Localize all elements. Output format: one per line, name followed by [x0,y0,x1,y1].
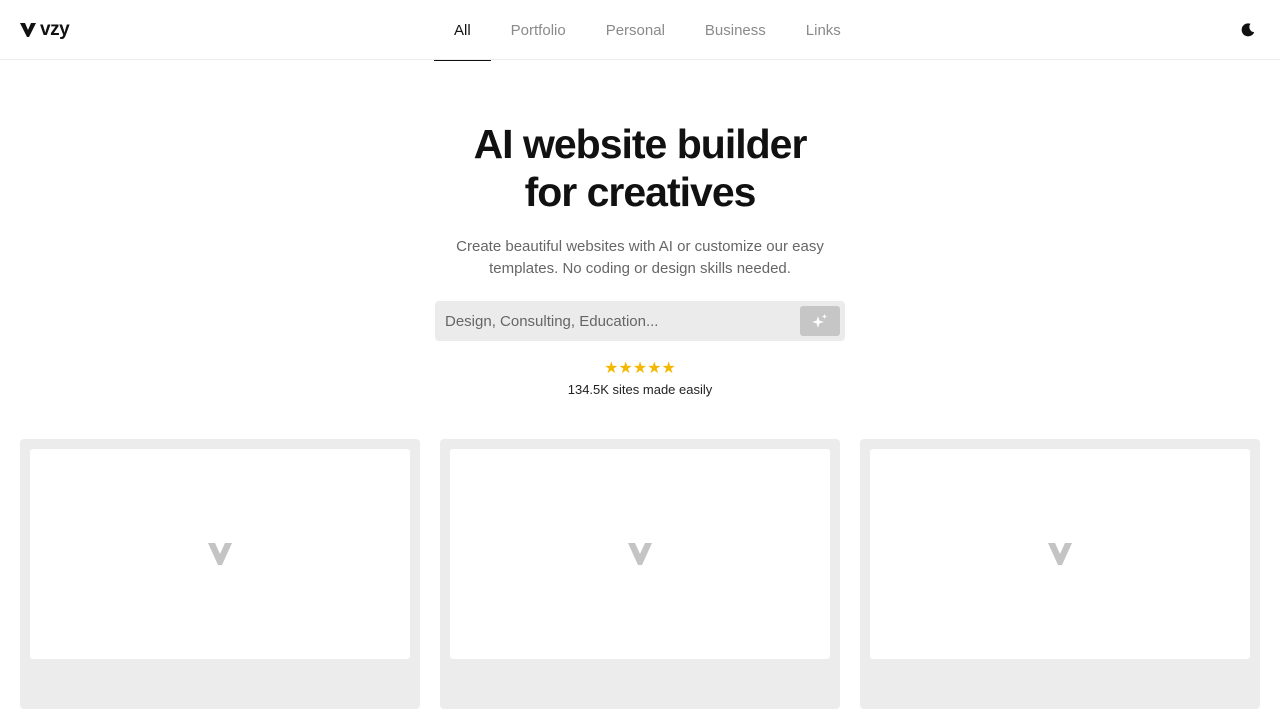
category-tabs: All Portfolio Personal Business Links [434,0,861,61]
template-card[interactable] [20,439,420,709]
template-preview [30,449,410,659]
theme-toggle-button[interactable] [1238,20,1258,40]
template-card[interactable] [860,439,1260,709]
top-navigation-bar: vzy All Portfolio Personal Business Link… [0,0,1280,61]
tab-label: Business [704,21,766,39]
rating-stars: ★★★★★ [604,360,676,377]
generate-button[interactable] [800,306,840,336]
moon-icon [1241,23,1255,37]
v-logo-placeholder-icon [208,543,232,565]
tab-personal[interactable]: Personal [586,0,685,60]
tab-label: Personal [605,21,665,39]
hero-title-line-2: for creatives [524,169,757,215]
template-preview [450,449,830,659]
tab-label: Links [805,21,841,39]
tab-business[interactable]: Business [685,0,786,60]
hero-subtitle: Create beautiful websites with AI or cus… [456,238,824,277]
rating-caption: 134.5K sites made easily [567,382,713,397]
tab-portfolio[interactable]: Portfolio [491,0,586,60]
v-logo-placeholder-icon [1048,543,1072,565]
tab-label: Portfolio [510,21,566,39]
search-input[interactable] [435,301,795,341]
template-preview [870,449,1250,659]
vzy-logo[interactable]: vzy [20,19,70,41]
tab-label: All [454,21,471,39]
sparkle-icon [812,314,827,328]
search-bar [435,301,845,341]
tab-all[interactable]: All [434,0,491,61]
template-card[interactable] [440,439,840,709]
hero-title: AI website builder for creatives [340,120,940,216]
hero-title-line-1: AI website builder [473,121,808,167]
v-logo-placeholder-icon [628,543,652,565]
v-logo-icon [20,23,36,37]
tab-links[interactable]: Links [786,0,861,60]
logo-text: vzy [40,19,70,40]
